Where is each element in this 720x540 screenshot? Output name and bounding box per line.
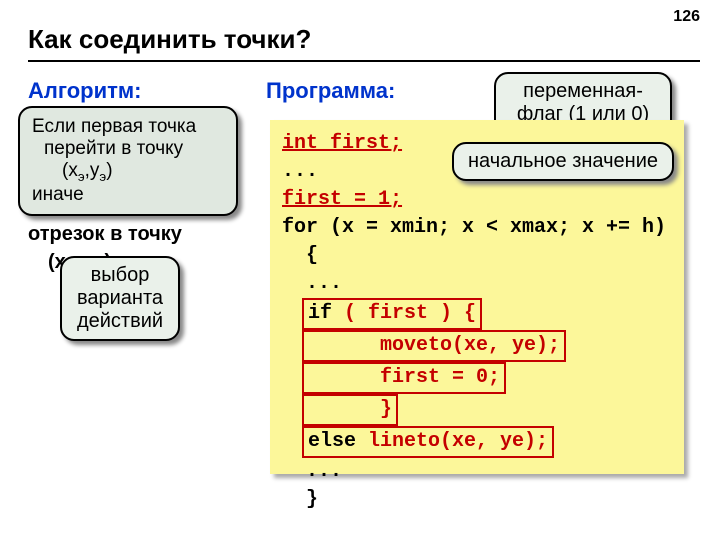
code-line-7: if ( first ) {: [282, 298, 672, 330]
code-line-11: else lineto(xe, ye);: [282, 426, 672, 458]
code-line-10: }: [282, 394, 672, 426]
code-line-5: {: [282, 242, 672, 270]
algbox-l3: (xэ,yэ): [32, 160, 224, 184]
alg-bg-line5: отрезок в точку: [28, 220, 182, 248]
choice-line: варианта: [76, 287, 164, 310]
title-divider: [28, 60, 700, 62]
code-line-6: ...: [282, 270, 672, 298]
code-line-9: first = 0;: [282, 362, 672, 394]
algbox-l2: перейти в точку: [32, 138, 224, 160]
code-line-3: first = 1;: [282, 186, 672, 214]
code-line-4: for (x = xmin; x < xmax; x += h): [282, 214, 672, 242]
section-program: Программа:: [266, 78, 395, 104]
section-algorithm: Алгоритм:: [28, 78, 142, 104]
code-line-13: }: [282, 486, 672, 514]
choice-callout: выбор варианта действий: [60, 256, 180, 341]
page-title: Как соединить точки?: [28, 24, 311, 55]
page-number: 126: [673, 8, 700, 26]
code-line-8: moveto(xe, ye);: [282, 330, 672, 362]
code-line-12: ...: [282, 458, 672, 486]
algbox-l4: иначе: [32, 184, 224, 206]
algbox-l1: Если первая точка: [32, 116, 224, 138]
flag-line: переменная-: [510, 80, 656, 103]
choice-line: действий: [76, 310, 164, 333]
algorithm-callout: Если первая точка перейти в точку (xэ,yэ…: [18, 106, 238, 216]
initial-value-callout: начальное значение: [452, 142, 674, 181]
choice-line: выбор: [76, 264, 164, 287]
